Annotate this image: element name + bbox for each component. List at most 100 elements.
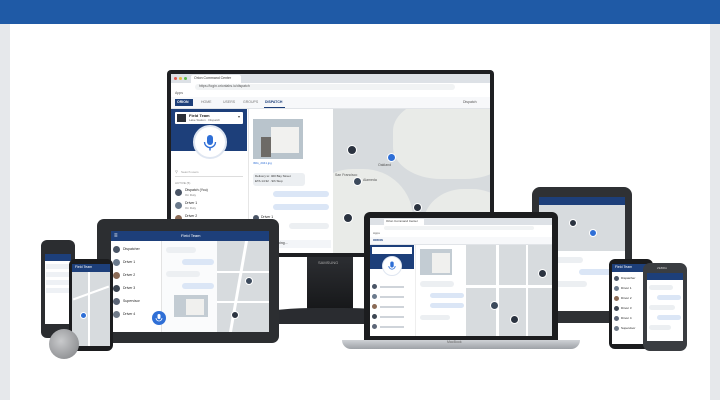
tablet-header: ≡ Field Team: [111, 231, 269, 241]
group-card[interactable]: [372, 247, 412, 254]
tablet-map[interactable]: [217, 241, 269, 332]
list-item[interactable]: Driver 2: [113, 271, 159, 281]
map-label: Oakland: [378, 163, 392, 167]
chat-bubble: [166, 271, 200, 277]
nav-home[interactable]: HOME: [201, 100, 212, 105]
chat-bubble-out: [657, 295, 681, 300]
group-card[interactable]: Field Team Lake Station · Dispatch ▾: [175, 112, 243, 124]
list-item[interactable]: [372, 294, 412, 300]
user-name: Driver 2: [185, 214, 198, 218]
phone-map[interactable]: [72, 272, 110, 346]
list-item[interactable]: [372, 314, 412, 320]
window-max-dot[interactable]: [184, 77, 187, 80]
list-item-text: [380, 306, 404, 308]
list-item[interactable]: Dispatcher: [113, 245, 159, 255]
photo-attachment[interactable]: [420, 249, 452, 275]
chat-bubble-out: [430, 303, 464, 308]
user-menu[interactable]: Dispatch: [463, 100, 477, 105]
list-item-label: Driver 3: [123, 286, 136, 290]
photo-attachment[interactable]: [253, 119, 303, 159]
map-pin-icon[interactable]: [387, 153, 396, 162]
list-item[interactable]: [372, 284, 412, 290]
window-min-dot[interactable]: [179, 77, 182, 80]
list-item[interactable]: Driver 3: [113, 284, 159, 294]
map-pin-icon[interactable]: [343, 213, 353, 223]
list-item[interactable]: [46, 280, 70, 285]
map-pin-icon[interactable]: [231, 311, 239, 319]
bookmark-apps[interactable]: Apps: [373, 232, 380, 235]
tablet-chat: [152, 241, 217, 332]
user-list-item[interactable]: Driver 1 On Duty: [175, 201, 243, 211]
nav-users[interactable]: USERS: [223, 100, 235, 105]
list-item-label: Driver 1: [123, 260, 136, 264]
map-road: [217, 271, 269, 273]
list-item[interactable]: [372, 304, 412, 310]
map-road: [496, 245, 499, 336]
map-pin-icon[interactable]: [569, 219, 577, 227]
chat-bubble: [420, 281, 454, 287]
address-bar[interactable]: [384, 226, 534, 230]
search-placeholder: Search users: [181, 170, 199, 174]
user-search[interactable]: ⚲ Search users: [175, 170, 243, 177]
address-bar[interactable]: https://login.orionlabs.io/dispatch: [195, 84, 455, 90]
list-item[interactable]: [46, 288, 70, 293]
map-pin-icon[interactable]: [245, 277, 253, 285]
nav-dispatch[interactable]: DISPATCH: [265, 100, 282, 105]
map-pin-icon[interactable]: [353, 177, 362, 186]
list-item[interactable]: Supervisor: [113, 297, 159, 307]
map-pin-icon[interactable]: [413, 203, 422, 212]
ptt-mic-button[interactable]: [193, 125, 227, 159]
ptt-mic-button[interactable]: [152, 311, 166, 325]
map-road: [466, 285, 552, 288]
avatar: [113, 298, 120, 305]
photo-building: [432, 253, 450, 273]
map-pin-icon[interactable]: [347, 145, 357, 155]
user-list-item[interactable]: Dispatch (You) On Duty: [175, 188, 243, 198]
chat-bubble-out: [657, 315, 681, 320]
avatar: [614, 276, 619, 281]
chat-bubble-out: [273, 191, 329, 197]
search-icon: ⚲: [175, 169, 178, 174]
bookmark-apps[interactable]: Apps: [175, 91, 183, 96]
list-item[interactable]: [46, 264, 70, 269]
list-item[interactable]: [46, 272, 70, 277]
phone-header: [45, 254, 71, 261]
photo-attachment[interactable]: [174, 295, 208, 317]
attachment-name[interactable]: IMG_2041.jpg: [253, 162, 272, 165]
list-item-text: [380, 316, 404, 318]
list-item-text: [380, 326, 404, 328]
user-name: Driver 1: [185, 201, 198, 205]
window-close-dot[interactable]: [174, 77, 177, 80]
mic-icon: [203, 135, 217, 151]
user-status: On Duty: [185, 193, 197, 197]
map-pin-icon[interactable]: [510, 315, 519, 324]
browser-tab-label: Orion Command Center: [194, 76, 232, 80]
rugged-phone-right: ZEBRA: [643, 263, 687, 351]
ptt-mic-button[interactable]: [382, 256, 402, 276]
map-pin-icon[interactable]: [589, 229, 597, 237]
map-pin-icon[interactable]: [538, 269, 547, 278]
browser-tab-strip: Orion Command Center: [370, 218, 552, 225]
laptop-map[interactable]: [466, 245, 552, 336]
list-item[interactable]: Driver 1: [113, 258, 159, 268]
phone-header: Field Team: [72, 264, 110, 272]
list-item[interactable]: [372, 324, 412, 330]
map-pin-icon[interactable]: [80, 312, 87, 319]
chat-bubble-out: [273, 204, 329, 210]
avatar: [113, 311, 120, 318]
list-item-label: Driver 3: [621, 306, 632, 310]
photo-building: [271, 127, 299, 153]
phone-header-title: Field Team: [75, 265, 93, 269]
browser-tab[interactable]: Orion Command Center: [191, 75, 241, 83]
menu-icon[interactable]: ≡: [114, 233, 118, 239]
chat-bubble: [649, 305, 675, 310]
address-text: https://login.orionlabs.io/dispatch: [199, 84, 250, 88]
tablet-right-header: [539, 197, 625, 205]
chevron-down-icon[interactable]: ▾: [238, 115, 240, 119]
chat-bubble: [649, 285, 673, 290]
monitor-brand: SAMSUNG: [318, 260, 339, 265]
avatar: [372, 304, 377, 309]
nav-groups[interactable]: GROUPS: [243, 100, 258, 105]
map-pin-icon[interactable]: [490, 301, 499, 310]
group-subtitle: Lake Station · Dispatch: [189, 118, 221, 122]
